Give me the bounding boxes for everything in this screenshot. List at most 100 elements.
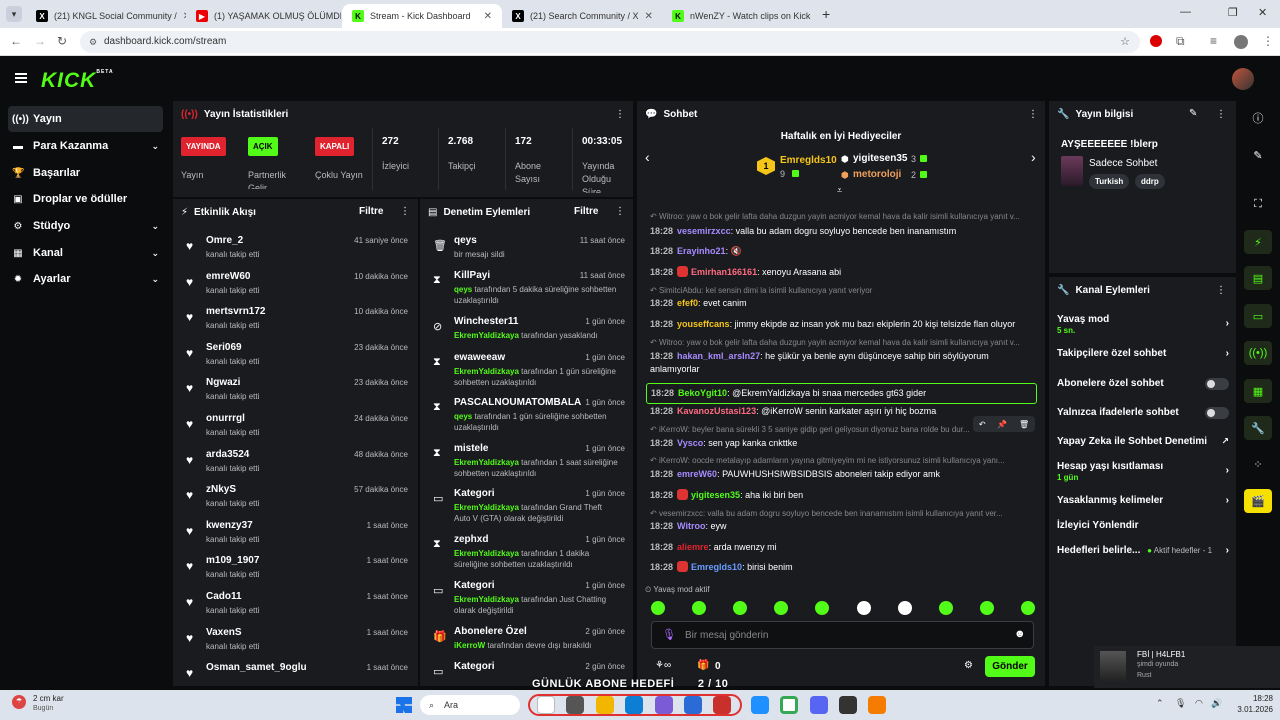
chat-message[interactable]: 18:28 aliemre: arda nwenzy mi [650,541,1035,554]
sidebar-item-basarilar[interactable]: 🏆 Başarılar [8,160,163,186]
emote-icon[interactable] [897,601,912,615]
activity-user[interactable]: Cado11 [206,591,242,602]
clapper-icon[interactable]: 🎬 [1244,489,1272,513]
mod-actor[interactable]: qeys [454,412,472,421]
obs-icon[interactable] [839,696,857,714]
chat-username[interactable]: Erayinho21 [677,246,726,256]
gifter-name[interactable]: metoroloji [853,169,901,180]
new-tab-button[interactable]: + [822,6,830,22]
mod-target[interactable]: zephxd [454,534,488,545]
emotes-only-toggle[interactable] [1205,407,1229,419]
filter-button[interactable]: Filtre [359,206,383,217]
activity-item[interactable]: ♥ VaxenS kanalı takip etti 1 saat önce [180,625,410,661]
site-info-icon[interactable]: ⚙ [89,31,97,53]
activity-user[interactable]: m109_1907 [206,555,259,566]
activity-item[interactable]: ♥ mertsvrn172 kanalı takip etti 10 dakik… [180,304,410,340]
activity-item[interactable]: ♥ Ngwazi kanalı takip etti 23 dakika önc… [180,375,410,411]
taskbar-app-icon[interactable] [537,696,555,714]
mod-target[interactable]: ewaweeaw [454,352,505,363]
sidebar-item-ayarlar[interactable]: ✹ Ayarlar ⌄ [8,266,163,292]
mod-actor[interactable]: EkremYaldizkaya [454,367,519,376]
collapse-icon[interactable]: ⩡ [837,185,842,196]
chat-message[interactable]: 18:28 emreW60: PAUWHUSHSIWBSIDBSIS abonel… [650,468,1035,481]
kebab-menu-icon[interactable]: ⋮ [400,206,410,217]
discord-icon[interactable] [810,696,828,714]
kick-logo[interactable]: KICKBETA [41,69,114,93]
emote-icon[interactable] [774,601,789,615]
reload-icon[interactable]: ↻ [57,34,67,48]
community-icon[interactable]: ⁘ [1244,452,1272,476]
chrome-icon[interactable] [780,696,798,714]
chat-username[interactable]: efef0 [677,298,698,308]
action-banned-words[interactable]: Yasaklanmış kelimeler › [1057,495,1229,506]
weather-text[interactable]: 2 cm kar [33,694,64,703]
taskbar-app-icon[interactable] [566,696,584,714]
browser-menu-icon[interactable]: ⋮ [1262,34,1274,48]
taskbar-app-icon[interactable] [684,696,702,714]
emote-icon[interactable] [815,601,830,615]
emote-icon[interactable] [938,601,953,615]
mic-tray-icon[interactable]: 🎙 [1175,698,1186,709]
chat-username[interactable]: Vysco [677,438,703,448]
activity-item[interactable]: ♥ Cado11 kanalı takip etti 1 saat önce [180,589,410,625]
opera-taskbar-icon[interactable] [713,696,731,714]
subscribers-only-toggle[interactable] [1205,378,1229,390]
activity-user[interactable]: VaxenS [206,627,242,638]
edit-icon[interactable]: ✎ [1189,108,1197,119]
bookmark-star-icon[interactable]: ☆ [1120,31,1130,53]
activity-item[interactable]: ♥ Omre_2 kanalı takip etti 41 saniye önc… [180,233,410,269]
infinity-points-icon[interactable]: ⚘∞ [655,660,671,671]
mod-target[interactable]: qeys [454,235,477,246]
clipboard-icon[interactable]: ▤ [1244,266,1272,290]
chat-message[interactable]: 18:28 vesemirzxcc: valla bu adam dogru so… [650,225,1035,238]
filter-button[interactable]: Filtre [574,206,598,217]
activity-user[interactable]: arda3524 [206,449,249,460]
chat-username[interactable]: yigitesen35 [691,490,740,500]
mod-target[interactable]: Kategori [454,661,495,672]
folder-icon[interactable] [596,696,614,714]
extensions-icon[interactable]: ⧉ [1176,34,1185,49]
activity-user[interactable]: emreW60 [206,271,250,282]
activity-user[interactable]: Seri069 [206,342,242,353]
gear-icon[interactable]: ⚙ [964,660,973,671]
kebab-menu-icon[interactable]: ⋮ [1216,285,1226,296]
activity-item[interactable]: ♥ kwenzy37 kanalı takip etti 1 saat önce [180,518,410,554]
chat-message[interactable]: 18:28 youseffcans: jimmy ekipde az insan … [650,318,1035,331]
activity-item[interactable]: ♥ Seri069 kanalı takip etti 23 dakika ön… [180,340,410,376]
emote-icon[interactable] [856,601,871,615]
wifi-icon[interactable]: ◠ [1195,698,1203,709]
browser-tab-5[interactable]: K nWenZY - Watch clips on Kick ✕ [662,4,817,28]
url-field[interactable]: ⚙ dashboard.kick.com/stream ☆ [80,31,1140,53]
emote-icon[interactable] [1020,601,1035,615]
chevron-left-icon[interactable]: ‹ [645,149,650,165]
chat-message[interactable]: 18:28 Erayinho21: 🔇 [650,245,1035,258]
broadcast-icon[interactable]: ((•)) [1244,341,1272,365]
edit-icon[interactable]: ✎ [1244,143,1272,167]
chat-username[interactable]: youseffcans [677,319,730,329]
category-name[interactable]: Sadece Sohbet [1089,158,1157,169]
activity-user[interactable]: Osman_samet_9oglu [206,662,307,673]
action-goals[interactable]: Hedefleri belirle... ● Aktif hedefler - … [1057,545,1229,556]
chat-username[interactable]: emreW60 [677,469,717,479]
chat-username[interactable]: Emirhan166161 [691,267,757,277]
chat-username[interactable]: BekoYgit10 [678,388,727,398]
sidebar-item-kanal[interactable]: ▦ Kanal ⌄ [8,240,163,266]
activity-user[interactable]: zNkyS [206,484,236,495]
browser-tab-1[interactable]: X (21) KNGL Social Community / ✕ [26,4,186,28]
windows-start-icon[interactable] [396,697,412,713]
media-icon[interactable]: ≡ [1210,34,1217,48]
microphone-icon[interactable]: 🎙 [662,628,676,641]
emote-icon[interactable] [733,601,748,615]
chat-message[interactable]: 18:28 KavanozUstasi123: @iKerroW senin ka… [650,405,1035,418]
chat-bubble-icon[interactable]: ▭ [1244,304,1272,328]
chat-message-highlighted[interactable]: 18:28 BekoYgit10: @EkremYaldizkaya bi sna… [646,383,1037,404]
chat-username[interactable]: Emreglds10 [691,562,742,572]
chevron-right-icon[interactable]: › [1031,149,1036,165]
mod-actor[interactable]: EkremYaldizkaya [454,458,519,467]
close-icon[interactable]: ✕ [645,11,653,22]
mod-target[interactable]: Winchester11 [454,316,518,327]
activity-user[interactable]: kwenzy37 [206,520,253,531]
tab-search-button[interactable]: ▾ [6,6,22,22]
emoji-icon[interactable]: ☻ [1014,628,1026,640]
edge-icon[interactable] [625,696,643,714]
